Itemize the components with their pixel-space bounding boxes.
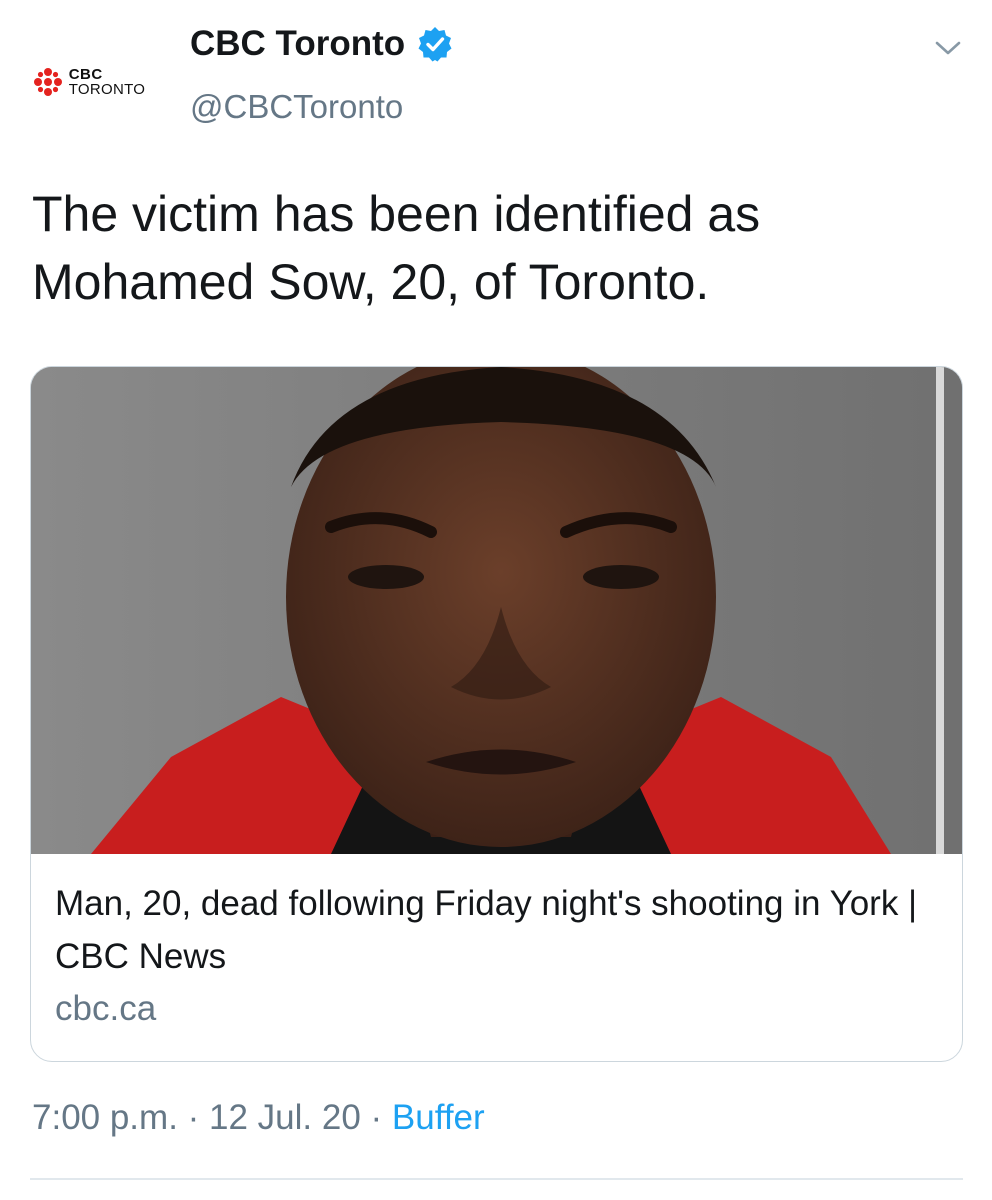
tweet-time[interactable]: 7:00 p.m. [32, 1098, 178, 1137]
meta-separator: · [177, 1098, 210, 1137]
handle[interactable]: @CBCToronto [190, 88, 403, 126]
card-image[interactable] [31, 367, 962, 854]
name-row: CBC Toronto [190, 24, 453, 64]
tweet-source-link[interactable]: Buffer [392, 1098, 485, 1137]
chevron-down-icon[interactable] [931, 36, 965, 60]
portrait-photo [31, 367, 962, 854]
cbc-toronto-logo: CBC TORONTO [33, 67, 146, 97]
tweet: CBC TORONTO CBC Toronto @CBCToronto The … [0, 0, 992, 1200]
card-title[interactable]: Man, 20, dead following Friday night's s… [55, 877, 945, 983]
avatar[interactable]: CBC TORONTO [20, 18, 158, 146]
logo-line-1: CBC [68, 66, 103, 83]
display-name[interactable]: CBC Toronto [190, 24, 405, 64]
card-domain: cbc.ca [55, 989, 157, 1028]
verified-badge-icon [418, 27, 452, 62]
tweet-meta: 7:00 p.m. · 12 Jul. 20 · Buffer [32, 1098, 485, 1138]
divider [30, 1178, 963, 1180]
cbc-gem-icon [33, 68, 62, 96]
link-card[interactable]: Man, 20, dead following Friday night's s… [30, 366, 963, 1062]
meta-separator: · [360, 1098, 392, 1137]
logo-line-2: TORONTO [68, 81, 146, 98]
tweet-text: The victim has been identified as Mohame… [32, 186, 761, 310]
tweet-date[interactable]: 12 Jul. 20 [209, 1098, 361, 1137]
